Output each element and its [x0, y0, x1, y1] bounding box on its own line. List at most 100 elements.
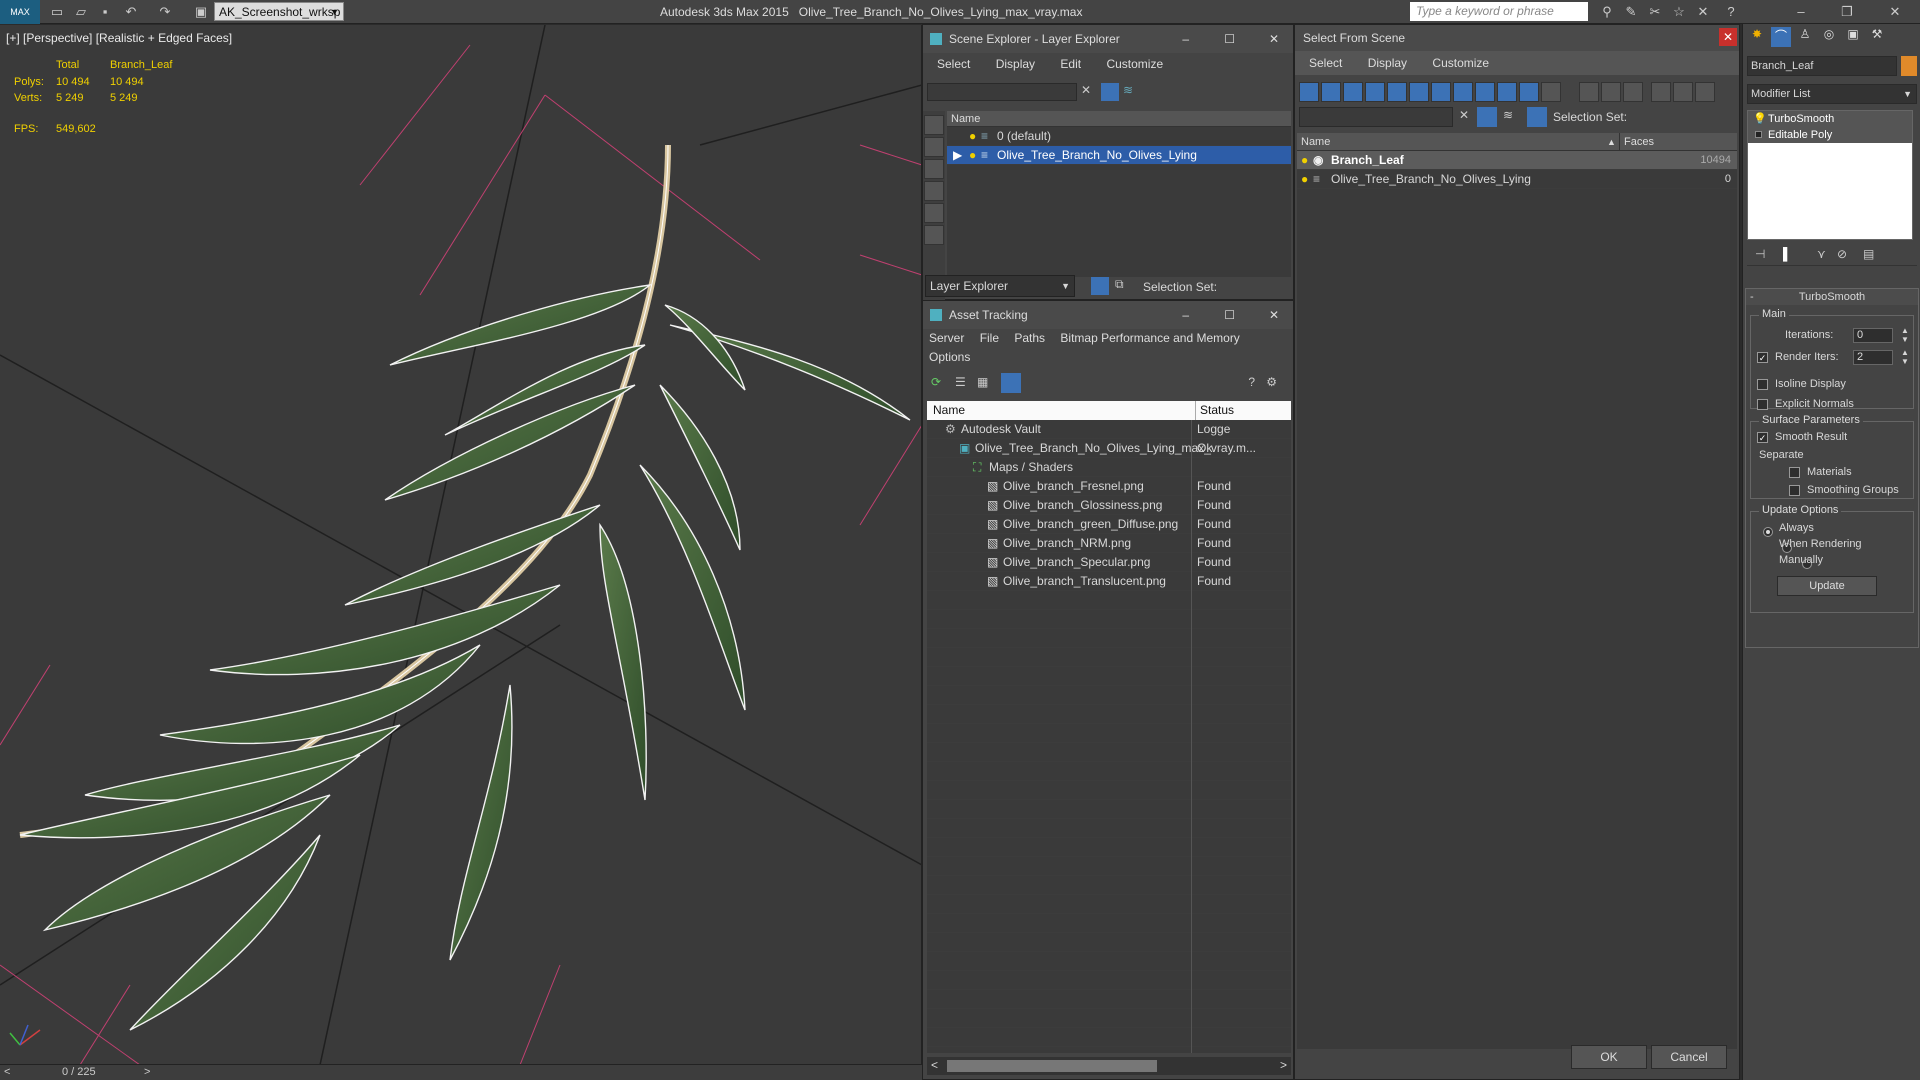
favorites-star-icon[interactable]: ☆: [1670, 3, 1688, 21]
collapse-icon[interactable]: -: [1750, 289, 1754, 305]
column-header-status[interactable]: Status: [1195, 401, 1234, 420]
asset-row[interactable]: ▧ Olive_branch_Fresnel.png Found: [927, 477, 1291, 496]
menu-customize[interactable]: Customize: [1432, 56, 1489, 70]
pin-stack-icon[interactable]: ⊣: [1755, 247, 1765, 261]
update-button[interactable]: Update: [1777, 576, 1877, 596]
select-all-icon[interactable]: [1579, 82, 1599, 102]
hierarchy-tab-icon[interactable]: ♙: [1795, 27, 1815, 47]
smoothing-groups-checkbox[interactable]: [1789, 485, 1800, 496]
filter-frozen-icon[interactable]: [1519, 82, 1539, 102]
filter-cameras-icon[interactable]: [1365, 82, 1385, 102]
select-none-icon[interactable]: [1601, 82, 1621, 102]
spinner-arrows-icon[interactable]: ▲ ▼: [1901, 348, 1909, 366]
stack-item-editable-poly[interactable]: Editable Poly: [1748, 127, 1912, 143]
explicit-normals-checkbox[interactable]: [1757, 399, 1768, 410]
display-all-icon[interactable]: [924, 225, 944, 245]
funnel-icon[interactable]: [1651, 82, 1671, 102]
collapse-icon[interactable]: [1695, 82, 1715, 102]
column-header-name[interactable]: Name: [947, 111, 1291, 127]
filter-hidden-icon[interactable]: [1541, 82, 1561, 102]
menu-paths[interactable]: Paths: [1014, 331, 1045, 345]
menu-display[interactable]: Display: [996, 57, 1035, 71]
asset-tracking-titlebar[interactable]: Asset Tracking – ☐ ✕: [923, 301, 1293, 329]
undo-icon[interactable]: ↶: [122, 3, 140, 21]
rollout-header[interactable]: - TurboSmooth: [1746, 289, 1918, 305]
layer-row-olive-branch[interactable]: ▶ ● ≡ Olive_Tree_Branch_No_Olives_Lying: [947, 146, 1291, 165]
expand-arrow-icon[interactable]: ▶: [953, 146, 962, 165]
filter-shapes-icon[interactable]: [1321, 82, 1341, 102]
asset-row[interactable]: ▧ Olive_branch_green_Diffuse.png Found: [927, 515, 1291, 534]
expand-box-icon[interactable]: [1755, 131, 1762, 138]
menu-select[interactable]: Select: [937, 57, 970, 71]
filter-groups-icon[interactable]: [1431, 82, 1451, 102]
settings-icon[interactable]: ⚙: [1266, 375, 1277, 389]
scroll-right-icon[interactable]: >: [1280, 1058, 1287, 1072]
open-file-icon[interactable]: ▱: [72, 3, 90, 21]
hierarchy-icon[interactable]: [1673, 82, 1693, 102]
minimize-icon[interactable]: –: [1182, 301, 1189, 329]
isoline-display-checkbox[interactable]: [1757, 379, 1768, 390]
menu-file[interactable]: File: [980, 331, 999, 345]
layer-row-default[interactable]: ● ≡ 0 (default): [947, 127, 1291, 146]
scene-explorer-titlebar[interactable]: Scene Explorer - Layer Explorer – ☐ ✕: [923, 25, 1293, 53]
minimize-icon[interactable]: –: [1182, 25, 1189, 53]
display-cameras-icon[interactable]: [924, 181, 944, 201]
table-view-icon[interactable]: [1001, 373, 1021, 393]
display-geometry-icon[interactable]: [924, 115, 944, 135]
layer-tools-icon[interactable]: ≋: [1123, 83, 1141, 101]
help-search-input[interactable]: Type a keyword or phrase: [1410, 2, 1588, 21]
menu-server[interactable]: Server: [929, 331, 964, 345]
menu-bitmap-performance[interactable]: Bitmap Performance and Memory: [1060, 331, 1239, 345]
spinner-arrows-icon[interactable]: ▲ ▼: [1901, 326, 1909, 344]
asset-row[interactable]: ▧ Olive_branch_NRM.png Found: [927, 534, 1291, 553]
close-x-icon[interactable]: ✕: [1694, 3, 1712, 21]
menu-options[interactable]: Options: [929, 350, 970, 364]
close-icon[interactable]: ✕: [1269, 25, 1279, 53]
filter-bones-icon[interactable]: [1475, 82, 1495, 102]
display-lights-icon[interactable]: [924, 159, 944, 179]
scroll-thumb[interactable]: [947, 1060, 1157, 1072]
asset-row[interactable]: ▧ Olive_branch_Glossiness.png Found: [927, 496, 1291, 515]
minimize-icon[interactable]: –: [1792, 3, 1810, 21]
menu-select[interactable]: Select: [1309, 56, 1342, 70]
light-bulb-icon[interactable]: ●: [1301, 170, 1308, 189]
clear-search-icon[interactable]: ✕: [1081, 83, 1091, 97]
time-next-icon[interactable]: >: [144, 1066, 150, 1078]
time-prev-icon[interactable]: <: [4, 1066, 10, 1078]
clear-search-icon[interactable]: ✕: [1459, 108, 1469, 122]
create-tab-icon[interactable]: ✸: [1747, 27, 1767, 47]
object-color-swatch[interactable]: [1901, 56, 1917, 76]
always-radio[interactable]: [1763, 526, 1773, 537]
close-icon[interactable]: ✕: [1719, 28, 1737, 46]
object-name-field[interactable]: Branch_Leaf: [1747, 56, 1897, 76]
redo-icon[interactable]: ↷: [156, 3, 174, 21]
filter-icon[interactable]: [1477, 107, 1497, 127]
time-slider[interactable]: < 0 / 225 >: [0, 1064, 922, 1080]
menu-edit[interactable]: Edit: [1060, 57, 1081, 71]
help-icon[interactable]: ?: [1722, 3, 1740, 21]
list-view-icon[interactable]: ☰: [955, 375, 966, 389]
select-from-scene-search-input[interactable]: [1299, 107, 1453, 127]
menu-display[interactable]: Display: [1368, 56, 1407, 70]
filter-helpers-icon[interactable]: [1387, 82, 1407, 102]
object-row-branch-leaf[interactable]: ● ◉ Branch_Leaf 10494: [1297, 151, 1737, 170]
materials-checkbox[interactable]: [1789, 467, 1800, 478]
modify-tab-icon[interactable]: ⌒: [1771, 27, 1791, 47]
iterations-spinner[interactable]: 0: [1853, 328, 1893, 343]
cancel-button[interactable]: Cancel: [1651, 1045, 1727, 1069]
close-icon[interactable]: ✕: [1269, 301, 1279, 329]
tools-icon[interactable]: ✎: [1622, 3, 1640, 21]
thumbnail-view-icon[interactable]: ▦: [977, 375, 988, 389]
subscription-icon[interactable]: ✂: [1646, 3, 1664, 21]
motion-tab-icon[interactable]: ◎: [1819, 27, 1839, 47]
display-shapes-icon[interactable]: [924, 137, 944, 157]
filter-xrefs-icon[interactable]: [1453, 82, 1473, 102]
maximize-icon[interactable]: ☐: [1224, 25, 1235, 53]
maximize-icon[interactable]: ☐: [1224, 301, 1235, 329]
object-row-olive-branch[interactable]: ● ≡ Olive_Tree_Branch_No_Olives_Lying 0: [1297, 170, 1737, 189]
show-end-result-icon[interactable]: ▌: [1783, 247, 1792, 261]
save-icon[interactable]: ▪: [96, 3, 114, 21]
sort-ascending-icon[interactable]: ▲: [1607, 133, 1616, 151]
column-header-name[interactable]: Name: [933, 401, 965, 420]
viewport-label[interactable]: [+] [Perspective] [Realistic + Edged Fac…: [6, 31, 232, 45]
